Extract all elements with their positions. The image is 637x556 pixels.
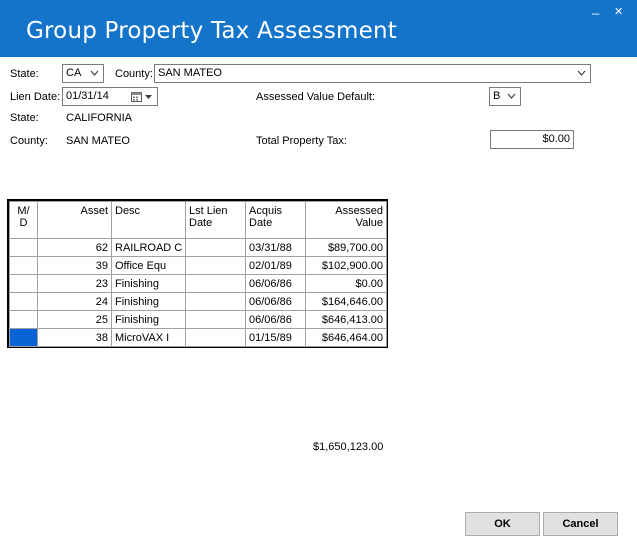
cell-lien-date[interactable]: [185, 310, 246, 329]
cell-assessed-value[interactable]: $646,464.00: [305, 328, 387, 347]
cell-desc[interactable]: MicroVAX I: [111, 328, 186, 347]
table-row[interactable]: 25 Finishing 06/06/86 $646,413.00: [9, 310, 387, 329]
total-tax-field[interactable]: $0.00: [490, 130, 574, 149]
col-header-asset[interactable]: Asset: [37, 201, 112, 239]
chevron-down-icon: [90, 70, 99, 76]
title-bar: Group Property Tax Assessment _ ✕: [0, 0, 637, 57]
county-combo-value: SAN MATEO: [158, 67, 222, 79]
cell-asset[interactable]: 39: [37, 256, 112, 275]
cell-lien-date[interactable]: [185, 292, 246, 311]
cell-acquis-date[interactable]: 03/31/88: [245, 238, 306, 257]
cell-acquis-date[interactable]: 02/01/89: [245, 256, 306, 275]
cell-lien-date[interactable]: [185, 328, 246, 347]
county-name-label: County:: [10, 135, 48, 147]
grid-total: $1,650,123.00: [313, 441, 384, 453]
cell-desc[interactable]: Finishing: [111, 274, 186, 293]
cell-acquis-date[interactable]: 01/15/89: [245, 328, 306, 347]
col-header-lien-date[interactable]: Lst Lien Date: [185, 201, 246, 239]
col-header-assessed-value[interactable]: Assessed Value: [305, 201, 387, 239]
cell-assessed-value[interactable]: $89,700.00: [305, 238, 387, 257]
cell-md[interactable]: [9, 274, 38, 293]
cancel-button[interactable]: Cancel: [543, 512, 618, 536]
cell-md[interactable]: [9, 238, 38, 257]
assessed-default-value: B: [493, 90, 501, 102]
cell-lien-date[interactable]: [185, 238, 246, 257]
cell-asset[interactable]: 38: [37, 328, 112, 347]
cell-assessed-value[interactable]: $164,646.00: [305, 292, 387, 311]
cell-asset[interactable]: 24: [37, 292, 112, 311]
cell-asset[interactable]: 25: [37, 310, 112, 329]
asset-grid[interactable]: M/ D Asset Desc Lst Lien Date Acquis Dat…: [7, 199, 388, 348]
county-name-value: SAN MATEO: [66, 135, 130, 147]
close-button[interactable]: ✕: [614, 6, 623, 18]
cell-md[interactable]: [9, 292, 38, 311]
table-row[interactable]: 24 Finishing 06/06/86 $164,646.00: [9, 292, 387, 311]
lien-date-picker[interactable]: 01/31/14: [62, 87, 158, 106]
state-combo[interactable]: CA: [62, 64, 104, 83]
grid-header-row: M/ D Asset Desc Lst Lien Date Acquis Dat…: [9, 201, 387, 239]
cell-assessed-value[interactable]: $0.00: [305, 274, 387, 293]
cell-lien-date[interactable]: [185, 274, 246, 293]
state-label: State:: [10, 68, 39, 80]
cell-desc[interactable]: Finishing: [111, 292, 186, 311]
assessed-default-combo[interactable]: B: [489, 87, 521, 106]
calendar-icon[interactable]: [131, 91, 142, 102]
cell-acquis-date[interactable]: 06/06/86: [245, 292, 306, 311]
table-row[interactable]: 23 Finishing 06/06/86 $0.00: [9, 274, 387, 293]
cell-md[interactable]: [9, 310, 38, 329]
chevron-down-icon: [507, 93, 516, 99]
cell-lien-date[interactable]: [185, 256, 246, 275]
state-combo-value: CA: [66, 67, 82, 79]
cell-asset[interactable]: 62: [37, 238, 112, 257]
lien-date-value: 01/31/14: [66, 90, 109, 102]
state-name-label: State:: [10, 112, 39, 124]
asset-table: M/ D Asset Desc Lst Lien Date Acquis Dat…: [9, 201, 387, 347]
col-header-md[interactable]: M/ D: [9, 201, 38, 239]
cell-md[interactable]: [9, 328, 38, 347]
cell-desc[interactable]: RAILROAD C: [111, 238, 186, 257]
cell-assessed-value[interactable]: $102,900.00: [305, 256, 387, 275]
table-row[interactable]: 62 RAILROAD C 03/31/88 $89,700.00: [9, 238, 387, 257]
cell-desc[interactable]: Office Equ: [111, 256, 186, 275]
chevron-down-icon: [577, 70, 586, 76]
total-tax-label: Total Property Tax:: [256, 135, 347, 147]
ok-button[interactable]: OK: [465, 512, 540, 536]
col-header-desc[interactable]: Desc: [111, 201, 186, 239]
lien-date-label: Lien Date:: [10, 91, 61, 103]
cell-acquis-date[interactable]: 06/06/86: [245, 274, 306, 293]
minimize-button[interactable]: _: [592, 1, 599, 14]
county-label: County:: [115, 68, 153, 80]
cell-assessed-value[interactable]: $646,413.00: [305, 310, 387, 329]
table-row[interactable]: 39 Office Equ 02/01/89 $102,900.00: [9, 256, 387, 275]
county-combo[interactable]: SAN MATEO: [154, 64, 591, 83]
state-name-value: CALIFORNIA: [66, 112, 133, 124]
col-header-acquis-date[interactable]: Acquis Date: [245, 201, 306, 239]
cell-asset[interactable]: 23: [37, 274, 112, 293]
assessed-default-label: Assessed Value Default:: [256, 91, 376, 103]
dropdown-arrow-icon[interactable]: [145, 95, 152, 99]
cell-desc[interactable]: Finishing: [111, 310, 186, 329]
total-tax-value: $0.00: [542, 133, 570, 145]
cell-acquis-date[interactable]: 06/06/86: [245, 310, 306, 329]
window-title: Group Property Tax Assessment: [26, 18, 397, 44]
table-row[interactable]: 38 MicroVAX I 01/15/89 $646,464.00: [9, 328, 387, 347]
cell-md[interactable]: [9, 256, 38, 275]
